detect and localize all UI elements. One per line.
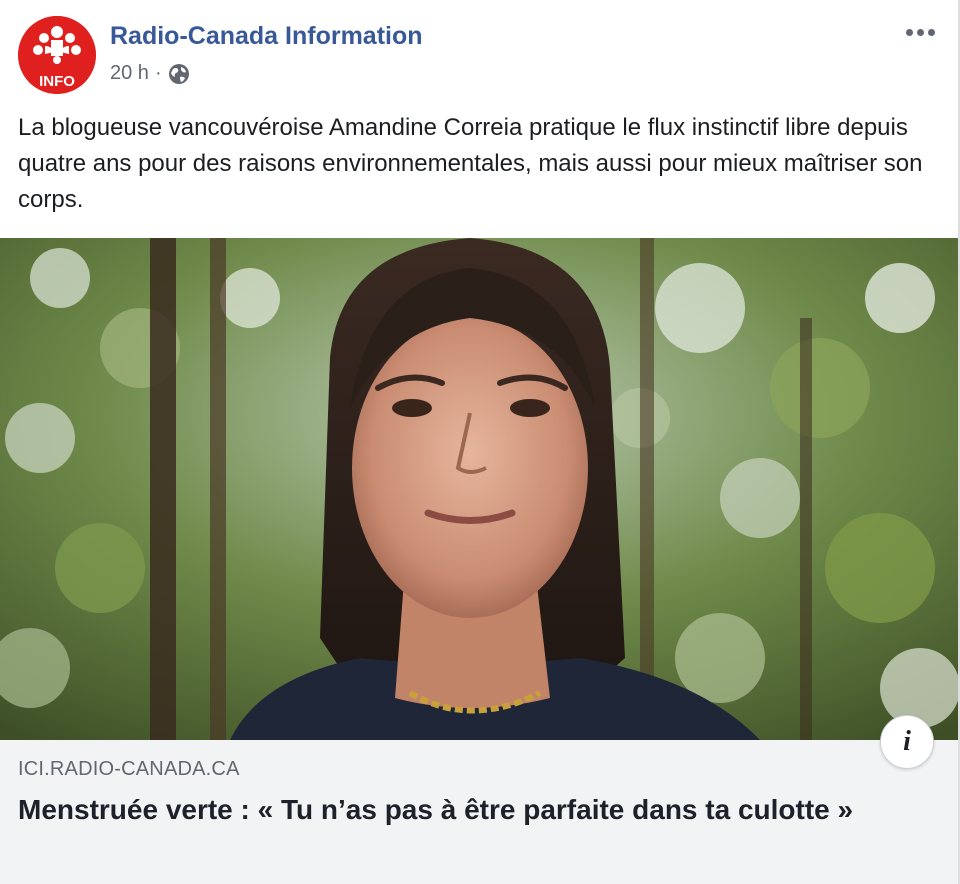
avatar-badge-text: INFO bbox=[39, 73, 75, 90]
page-avatar[interactable]: INFO bbox=[18, 16, 96, 94]
page-name-link[interactable]: Radio-Canada Information bbox=[110, 22, 423, 51]
globe-icon[interactable] bbox=[168, 63, 190, 85]
radio-canada-logo-icon: INFO bbox=[18, 16, 96, 94]
link-title[interactable]: Menstruée verte : « Tu n’as pas à être p… bbox=[18, 790, 938, 830]
more-options-icon[interactable] bbox=[900, 18, 940, 46]
info-button[interactable]: i bbox=[880, 715, 934, 769]
post-meta: 20 h · bbox=[110, 62, 190, 85]
meta-separator: · bbox=[154, 62, 162, 84]
link-preview-card[interactable]: ICI.RADIO-CANADA.CA Menstruée verte : « … bbox=[0, 740, 958, 884]
link-domain: ICI.RADIO-CANADA.CA bbox=[18, 758, 240, 780]
post-photo[interactable] bbox=[0, 238, 958, 740]
facebook-post: INFO Radio-Canada Information 20 h · La … bbox=[0, 0, 960, 884]
post-message: La blogueuse vancouvéroise Amandine Corr… bbox=[18, 114, 923, 213]
post-timestamp[interactable]: 20 h bbox=[110, 62, 149, 85]
